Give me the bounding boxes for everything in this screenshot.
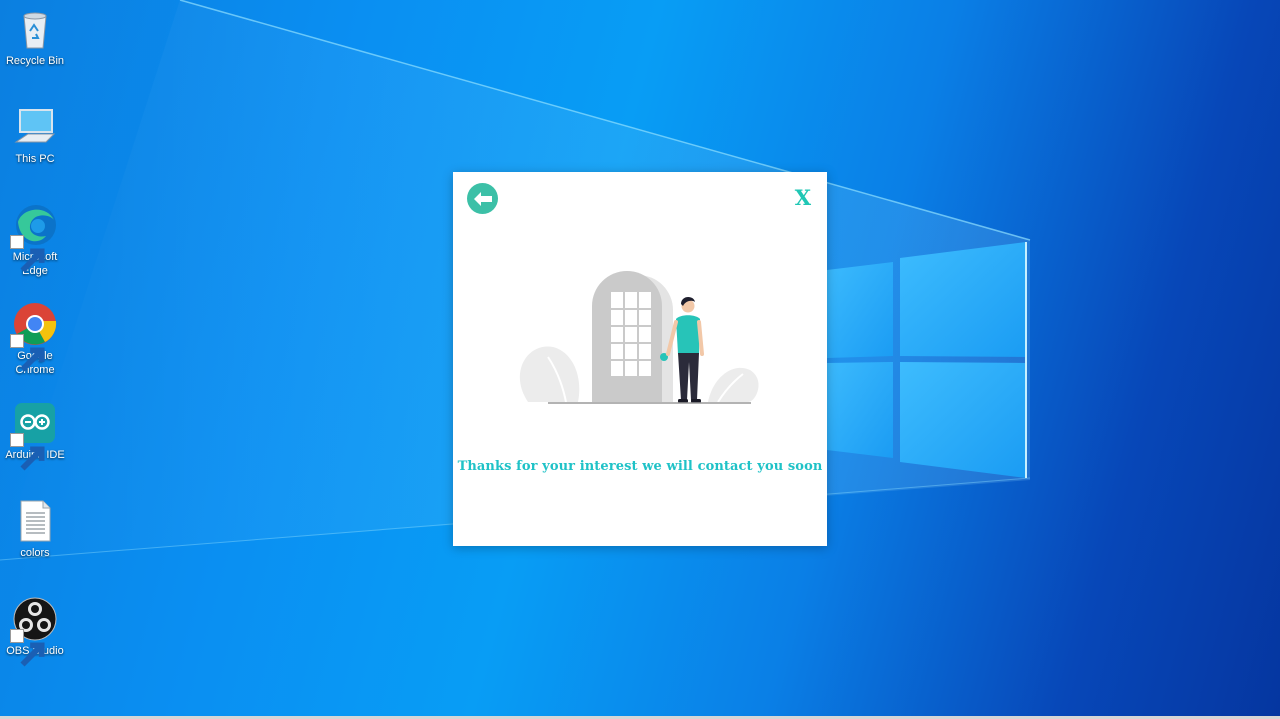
close-button[interactable]: X xyxy=(795,184,811,212)
desktop-icon-label: Recycle Bin xyxy=(5,55,65,67)
desktop-icon-this-pc[interactable]: This PC xyxy=(2,104,68,166)
shortcut-arrow-icon xyxy=(10,433,45,471)
computer-icon xyxy=(12,104,58,150)
arrow-left-icon xyxy=(473,191,492,206)
confirmation-dialog: X Thanks for your interest we will conta… xyxy=(453,172,827,546)
desktop-icons: Recycle Bin This PC Microsoft Edge Googl… xyxy=(0,0,70,719)
desktop-icon-obs-studio[interactable]: OBS Studio xyxy=(2,596,68,667)
edge-icon xyxy=(10,202,58,273)
obs-icon xyxy=(10,596,58,667)
desktop-icon-colors[interactable]: colors xyxy=(2,498,68,560)
desktop-icon-label: This PC xyxy=(15,153,55,165)
shortcut-arrow-icon xyxy=(10,235,45,273)
shortcut-arrow-icon xyxy=(10,334,45,372)
text-file-icon xyxy=(12,498,58,544)
desktop-icon-arduino-ide[interactable]: Arduino IDE xyxy=(2,400,68,471)
thank-you-message: Thanks for your interest we will contact… xyxy=(457,459,823,474)
arduino-icon xyxy=(10,400,58,471)
back-button[interactable] xyxy=(467,183,498,214)
desktop-icon-microsoft-edge[interactable]: Microsoft Edge xyxy=(2,202,68,278)
desktop-icon-google-chrome[interactable]: Google Chrome xyxy=(2,301,68,377)
desktop-icon-label: colors xyxy=(20,547,50,559)
desktop-icon-recycle-bin[interactable]: Recycle Bin xyxy=(2,6,68,68)
person-at-door-illustration xyxy=(519,271,759,404)
chrome-icon xyxy=(10,301,58,372)
shortcut-arrow-icon xyxy=(10,629,45,667)
recycle-bin-icon xyxy=(12,6,58,52)
